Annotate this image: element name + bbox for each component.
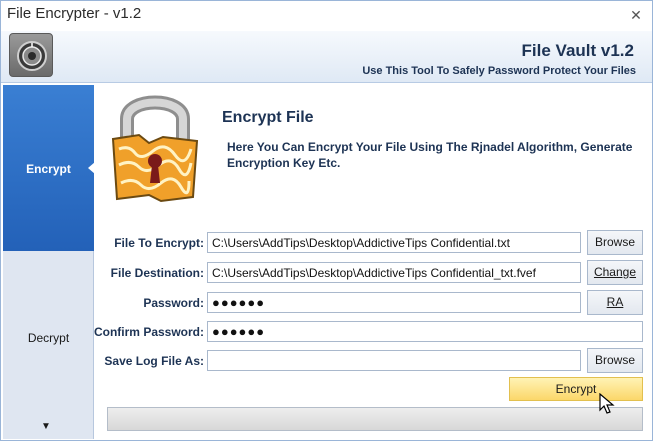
sidebar: Encrypt Decrypt ▼ — [3, 85, 95, 439]
section-description: Here You Can Encrypt Your File Using The… — [227, 140, 633, 170]
button-label: Browse — [594, 353, 635, 367]
sidebar-item-label: Encrypt — [26, 162, 71, 176]
password-label: Password: — [143, 296, 204, 310]
sidebar-item-decrypt[interactable]: Decrypt — [3, 251, 94, 421]
section-title: Encrypt File — [222, 109, 314, 126]
progress-bar — [107, 407, 643, 431]
file-destination-label: File Destination: — [110, 266, 204, 280]
button-label: Browse — [594, 235, 635, 249]
password-row: Password: ●●●●●● RA — [95, 290, 652, 315]
confirm-password-row: Confirm Password: ●●●●●● — [93, 321, 652, 343]
app-subtitle: Use This Tool To Safely Password Protect… — [362, 65, 636, 77]
safe-dial-icon — [9, 33, 53, 77]
sidebar-item-encrypt[interactable]: Encrypt — [3, 85, 95, 251]
confirm-password-label: Confirm Password: — [93, 325, 204, 339]
file-to-encrypt-row: File To Encrypt: C:\Users\AddTips\Deskto… — [95, 230, 652, 255]
window-title: File Encrypter - v1.2 — [7, 5, 142, 22]
browse-source-button[interactable]: Browse — [587, 230, 643, 255]
selection-pointer-icon — [88, 162, 95, 174]
chevron-down-icon[interactable]: ▼ — [41, 421, 51, 432]
file-destination-row: File Destination: C:\Users\AddTips\Deskt… — [95, 260, 652, 285]
mouse-pointer-icon — [599, 393, 615, 414]
encrypt-button[interactable]: Encrypt — [509, 377, 643, 401]
file-destination-input[interactable]: C:\Users\AddTips\Desktop\AddictiveTips C… — [207, 262, 581, 283]
random-password-button[interactable]: RA — [587, 290, 643, 315]
app-header: File Vault v1.2 Use This Tool To Safely … — [1, 31, 652, 83]
close-icon[interactable]: ✕ — [628, 7, 644, 23]
save-log-label: Save Log File As: — [104, 354, 204, 368]
button-label: Encrypt — [555, 382, 597, 396]
save-log-row: Save Log File As: Browse — [95, 348, 652, 373]
confirm-password-input[interactable]: ●●●●●● — [207, 321, 643, 342]
change-destination-button[interactable]: Change — [587, 260, 643, 285]
browse-log-button[interactable]: Browse — [587, 348, 643, 373]
app-window: File Encrypter - v1.2 ✕ File Vault v1.2 … — [0, 0, 653, 441]
save-log-input[interactable] — [207, 350, 581, 371]
file-to-encrypt-input[interactable]: C:\Users\AddTips\Desktop\AddictiveTips C… — [207, 232, 581, 253]
button-label: Change — [593, 265, 637, 279]
sidebar-item-label: Decrypt — [27, 331, 70, 345]
title-bar: File Encrypter - v1.2 ✕ — [1, 1, 652, 31]
encrypt-panel: Encrypt File Here You Can Encrypt Your F… — [93, 85, 652, 439]
file-to-encrypt-label: File To Encrypt: — [114, 236, 204, 250]
password-input[interactable]: ●●●●●● — [207, 292, 581, 313]
padlock-icon — [111, 95, 199, 203]
button-label: RA — [606, 295, 624, 309]
app-title: File Vault v1.2 — [521, 41, 634, 60]
